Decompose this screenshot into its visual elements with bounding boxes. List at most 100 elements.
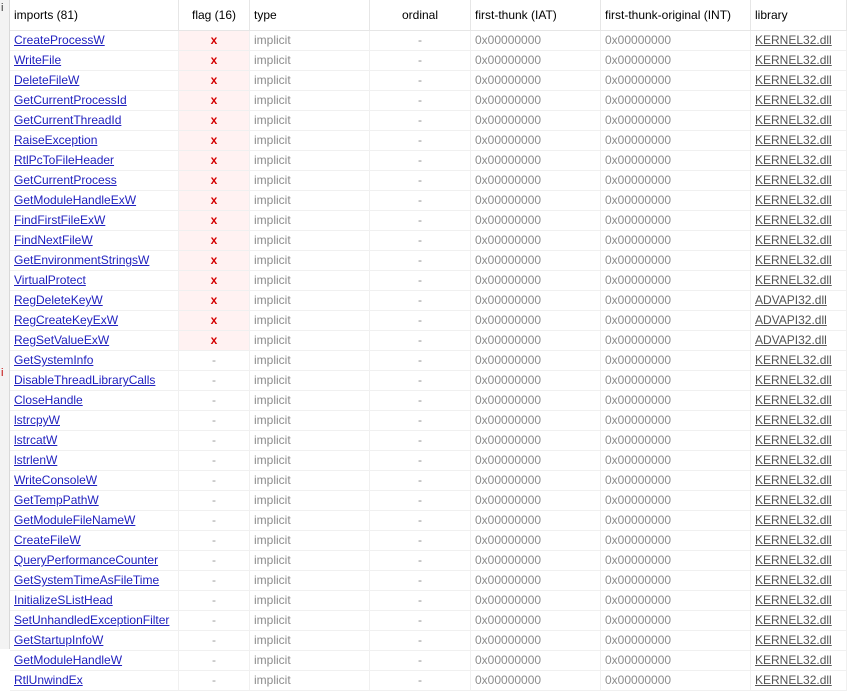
column-header-flag[interactable]: flag (16): [179, 0, 250, 30]
column-header-first-thunk-int[interactable]: first-thunk-original (INT): [601, 0, 751, 30]
table-row[interactable]: GetModuleFileNameW - implicit -0x00000000 0x…: [10, 511, 847, 531]
library-link[interactable]: KERNEL32.dll: [751, 671, 847, 690]
import-name-link[interactable]: lstrlenW: [14, 453, 57, 467]
library-link[interactable]: KERNEL32.dll: [751, 171, 847, 190]
library-link[interactable]: KERNEL32.dll: [751, 411, 847, 430]
library-link[interactable]: ADVAPI32.dll: [751, 311, 847, 330]
library-link[interactable]: KERNEL32.dll: [751, 271, 847, 290]
table-row[interactable]: RtlUnwindEx - implicit -0x00000000 0x0000000…: [10, 671, 847, 691]
import-name-link[interactable]: GetTempPathW: [14, 493, 99, 507]
table-row[interactable]: GetModuleHandleW - implicit -0x00000000 0x00…: [10, 651, 847, 671]
table-row[interactable]: FindNextFileW x implicit -0x00000000 0x00000…: [10, 231, 847, 251]
table-row[interactable]: lstrcpyW - implicit -0x00000000 0x00000000 KE…: [10, 411, 847, 431]
table-row[interactable]: RegSetValueExW x implicit -0x00000000 0x0000…: [10, 331, 847, 351]
table-row[interactable]: FindFirstFileExW x implicit -0x00000000 0x00…: [10, 211, 847, 231]
library-link[interactable]: KERNEL32.dll: [751, 591, 847, 610]
column-header-library[interactable]: library: [751, 0, 847, 30]
import-name-link[interactable]: GetCurrentProcess: [14, 173, 117, 187]
table-row[interactable]: GetCurrentThreadId x implicit -0x00000000 0x…: [10, 111, 847, 131]
import-name-link[interactable]: RegDeleteKeyW: [14, 293, 103, 307]
table-row[interactable]: GetTempPathW - implicit -0x00000000 0x000000…: [10, 491, 847, 511]
import-name-link[interactable]: FindFirstFileExW: [14, 213, 105, 227]
import-name-link[interactable]: SetUnhandledExceptionFilter: [14, 613, 169, 627]
library-link[interactable]: ADVAPI32.dll: [751, 291, 847, 310]
table-row[interactable]: GetSystemTimeAsFileTime - implicit -0x00000…: [10, 571, 847, 591]
library-link[interactable]: KERNEL32.dll: [751, 91, 847, 110]
import-name-link[interactable]: lstrcatW: [14, 433, 57, 447]
library-link[interactable]: KERNEL32.dll: [751, 71, 847, 90]
table-row[interactable]: InitializeSListHead - implicit -0x00000000 0…: [10, 591, 847, 611]
import-name-link[interactable]: RegCreateKeyExW: [14, 313, 118, 327]
library-link[interactable]: KERNEL32.dll: [751, 471, 847, 490]
table-row[interactable]: RaiseException x implicit -0x00000000 0x0000…: [10, 131, 847, 151]
table-row[interactable]: SetUnhandledExceptionFilter - implicit -0x0…: [10, 611, 847, 631]
library-link[interactable]: KERNEL32.dll: [751, 191, 847, 210]
library-link[interactable]: KERNEL32.dll: [751, 491, 847, 510]
column-header-first-thunk-iat[interactable]: first-thunk (IAT): [471, 0, 601, 30]
library-link[interactable]: KERNEL32.dll: [751, 351, 847, 370]
table-row[interactable]: WriteConsoleW - implicit -0x00000000 0x00000…: [10, 471, 847, 491]
library-link[interactable]: KERNEL32.dll: [751, 151, 847, 170]
import-name-link[interactable]: CloseHandle: [14, 393, 83, 407]
library-link[interactable]: KERNEL32.dll: [751, 111, 847, 130]
import-name-link[interactable]: GetEnvironmentStringsW: [14, 253, 149, 267]
library-link[interactable]: KERNEL32.dll: [751, 391, 847, 410]
table-row[interactable]: DeleteFileW x implicit -0x00000000 0x0000000…: [10, 71, 847, 91]
table-row[interactable]: QueryPerformanceCounter - implicit -0x00000…: [10, 551, 847, 571]
library-link[interactable]: KERNEL32.dll: [751, 51, 847, 70]
import-name-link[interactable]: CreateFileW: [14, 533, 81, 547]
import-name-link[interactable]: VirtualProtect: [14, 273, 86, 287]
library-link[interactable]: KERNEL32.dll: [751, 451, 847, 470]
library-link[interactable]: KERNEL32.dll: [751, 551, 847, 570]
import-name-link[interactable]: CreateProcessW: [14, 33, 105, 47]
import-name-link[interactable]: GetCurrentThreadId: [14, 113, 121, 127]
import-name-link[interactable]: GetModuleFileNameW: [14, 513, 135, 527]
library-link[interactable]: KERNEL32.dll: [751, 371, 847, 390]
import-name-link[interactable]: WriteFile: [14, 53, 61, 67]
import-name-link[interactable]: GetCurrentProcessId: [14, 93, 127, 107]
library-link[interactable]: KERNEL32.dll: [751, 211, 847, 230]
column-header-ordinal[interactable]: ordinal: [370, 0, 471, 30]
import-name-link[interactable]: RaiseException: [14, 133, 97, 147]
import-name-link[interactable]: RegSetValueExW: [14, 333, 109, 347]
import-name-link[interactable]: InitializeSListHead: [14, 593, 113, 607]
library-link[interactable]: KERNEL32.dll: [751, 611, 847, 630]
library-link[interactable]: KERNEL32.dll: [751, 131, 847, 150]
library-link[interactable]: KERNEL32.dll: [751, 631, 847, 650]
table-row[interactable]: CreateFileW - implicit -0x00000000 0x0000000…: [10, 531, 847, 551]
table-row[interactable]: GetSystemInfo - implicit -0x00000000 0x00000…: [10, 351, 847, 371]
table-row[interactable]: WriteFile x implicit -0x00000000 0x00000000 K…: [10, 51, 847, 71]
library-link[interactable]: KERNEL32.dll: [751, 531, 847, 550]
import-name-link[interactable]: GetModuleHandleW: [14, 653, 122, 667]
import-name-link[interactable]: RtlPcToFileHeader: [14, 153, 114, 167]
import-name-link[interactable]: WriteConsoleW: [14, 473, 97, 487]
table-row[interactable]: GetEnvironmentStringsW x implicit -0x000000…: [10, 251, 847, 271]
library-link[interactable]: KERNEL32.dll: [751, 651, 847, 670]
import-name-link[interactable]: QueryPerformanceCounter: [14, 553, 158, 567]
column-header-type[interactable]: type: [250, 0, 370, 30]
table-row[interactable]: lstrlenW - implicit -0x00000000 0x00000000 KE…: [10, 451, 847, 471]
table-row[interactable]: GetCurrentProcess x implicit -0x00000000 0x0…: [10, 171, 847, 191]
library-link[interactable]: KERNEL32.dll: [751, 511, 847, 530]
library-link[interactable]: KERNEL32.dll: [751, 251, 847, 270]
column-header-imports[interactable]: imports (81): [10, 0, 179, 30]
import-name-link[interactable]: DeleteFileW: [14, 73, 79, 87]
import-name-link[interactable]: GetSystemTimeAsFileTime: [14, 573, 159, 587]
table-row[interactable]: RtlPcToFileHeader x implicit -0x00000000 0x0…: [10, 151, 847, 171]
table-row[interactable]: VirtualProtect x implicit -0x00000000 0x0000…: [10, 271, 847, 291]
import-name-link[interactable]: lstrcpyW: [14, 413, 60, 427]
table-row[interactable]: RegDeleteKeyW x implicit -0x00000000 0x00000…: [10, 291, 847, 311]
library-link[interactable]: KERNEL32.dll: [751, 31, 847, 50]
import-name-link[interactable]: DisableThreadLibraryCalls: [14, 373, 155, 387]
table-row[interactable]: CreateProcessW x implicit -0x00000000 0x0000…: [10, 31, 847, 51]
table-row[interactable]: GetModuleHandleExW x implicit -0x00000000 0x…: [10, 191, 847, 211]
library-link[interactable]: ADVAPI32.dll: [751, 331, 847, 350]
library-link[interactable]: KERNEL32.dll: [751, 231, 847, 250]
table-row[interactable]: DisableThreadLibraryCalls - implicit -0x000…: [10, 371, 847, 391]
library-link[interactable]: KERNEL32.dll: [751, 571, 847, 590]
import-name-link[interactable]: GetSystemInfo: [14, 353, 93, 367]
table-row[interactable]: CloseHandle - implicit -0x00000000 0x0000000…: [10, 391, 847, 411]
import-name-link[interactable]: GetStartupInfoW: [14, 633, 103, 647]
import-name-link[interactable]: GetModuleHandleExW: [14, 193, 136, 207]
table-row[interactable]: lstrcatW - implicit -0x00000000 0x00000000 KE…: [10, 431, 847, 451]
